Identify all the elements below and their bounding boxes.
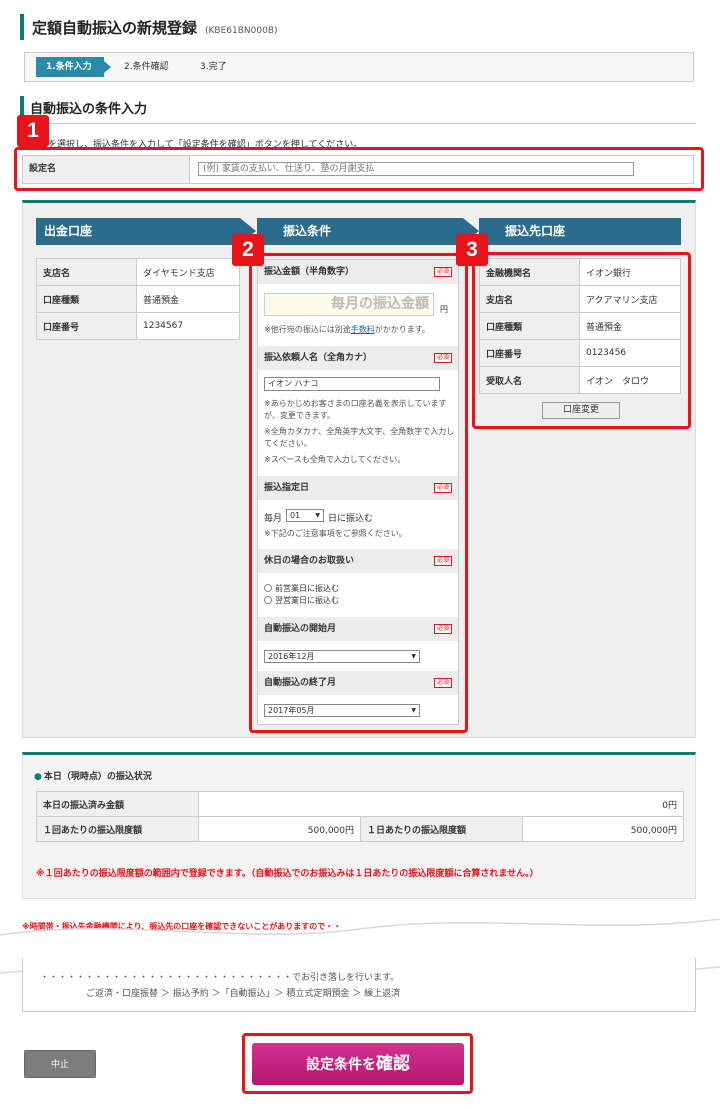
destination-account-header: 振込先口座: [479, 218, 681, 245]
highlight-box-3: [472, 252, 691, 429]
screen-code: (KBE61BN000B): [205, 26, 278, 36]
conditions-header: 振込条件: [257, 218, 479, 245]
divider: [20, 123, 696, 124]
status-table: 本日の振込済み金額 0円 １回あたりの振込限度額 500,000円 １日あたりの振込限…: [36, 791, 684, 842]
table-row: 口座種類 普通預金: [36, 285, 240, 313]
highlight-box-confirm: [242, 1033, 473, 1094]
table-row: 本日の振込済み金額 0円: [36, 791, 684, 817]
page-title: 定額自動振込の新規登録 (KBE61BN000B): [32, 19, 278, 37]
highlight-box-1: [14, 147, 704, 191]
table-row: １回あたりの振込限度額 500,000円 １日あたりの振込限度額 500,000円: [36, 816, 684, 842]
source-account-header: 出金口座: [36, 218, 256, 245]
highlight-box-2: [249, 253, 468, 733]
notice-box: [22, 958, 696, 1012]
section-accent-bar: [20, 96, 24, 116]
source-account-table: 支店名 ダイヤモンド支店 口座種類 普通預金 口座番号 1234567: [36, 258, 240, 340]
step-current: 1.条件入力: [36, 57, 111, 77]
status-title: 本日（現時点）の振込状況: [34, 769, 152, 782]
badge-2: 2: [232, 234, 264, 266]
table-row: 支店名 ダイヤモンド支店: [36, 258, 240, 286]
title-accent-bar: [20, 14, 24, 40]
cancel-button[interactable]: 中止: [24, 1050, 96, 1078]
step-complete: 3.完了: [200, 62, 227, 72]
badge-1: 1: [17, 115, 49, 147]
section-title: 自動振込の条件入力: [30, 102, 148, 117]
notice-mid: ・・・・・・・・・・・・・・・・・・・・・・・・・・・・でお引き落しを行います。: [40, 973, 400, 983]
table-row: 口座番号 1234567: [36, 312, 240, 340]
limit-warning: ※１回あたりの振込限度額の範囲内で登録できます。（自動振込でのお振込みは１日あた…: [36, 869, 539, 879]
step-confirm: 2.条件確認: [124, 62, 169, 72]
badge-3: 3: [456, 234, 488, 266]
notice-bottom: ご返済・口座振替 ＞ 振込予約 ＞「自動振込」＞ 積立式定期預金 ＞ 繰上返済: [86, 989, 401, 999]
